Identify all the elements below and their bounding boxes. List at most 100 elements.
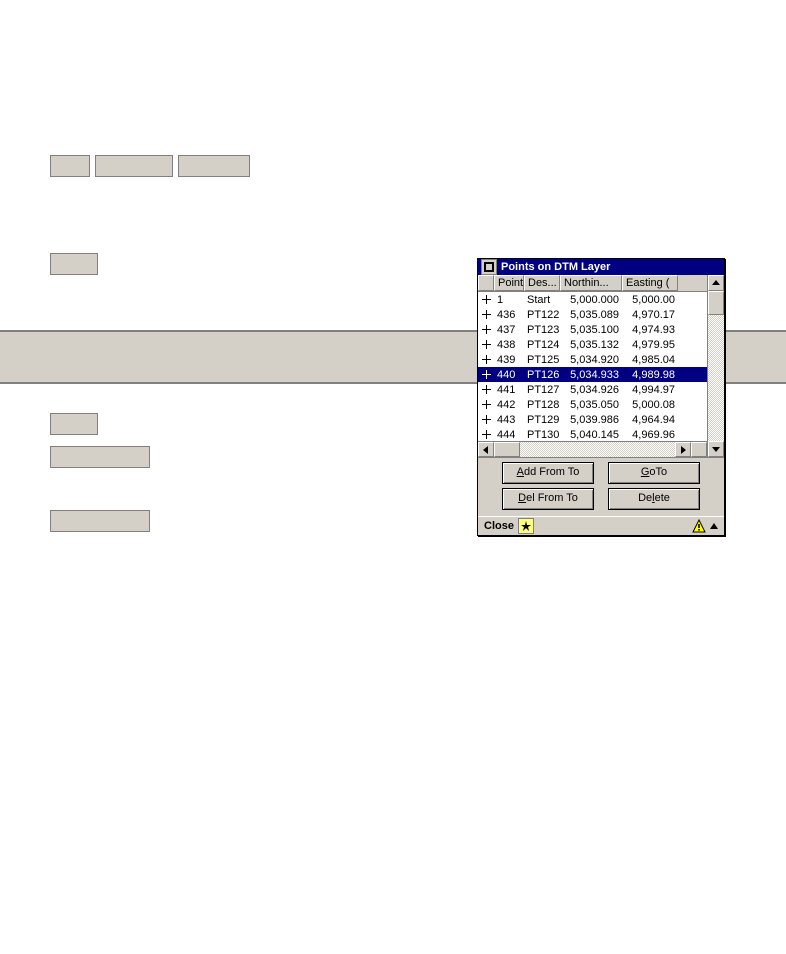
cell-easting: 4,974.93	[622, 324, 678, 336]
cell-northing: 5,035.132	[560, 339, 622, 351]
cell-point: 436	[494, 309, 524, 321]
del-from-to-button[interactable]: Del From To	[502, 488, 594, 510]
plus-icon	[478, 310, 494, 319]
cell-northing: 5,034.920	[560, 354, 622, 366]
col-header-northing[interactable]: Northin...	[560, 275, 622, 291]
plus-icon	[478, 430, 494, 439]
cell-point: 444	[494, 429, 524, 441]
cell-description: PT124	[524, 339, 560, 351]
close-label[interactable]: Close	[484, 520, 514, 532]
scroll-corner	[691, 442, 707, 456]
col-header-point[interactable]: Point	[494, 275, 524, 291]
table-row[interactable]: 438PT1245,035.1324,979.95	[478, 337, 707, 352]
table-row[interactable]: 440PT1265,034.9334,989.98	[478, 367, 707, 382]
grid-area: Point Des... Northin... Easting ( 1Start…	[478, 275, 724, 458]
bg-box-5	[50, 413, 98, 435]
cell-description: PT122	[524, 309, 560, 321]
cell-northing: 5,035.100	[560, 324, 622, 336]
cell-northing: 5,039.986	[560, 414, 622, 426]
table-row[interactable]: 442PT1285,035.0505,000.08	[478, 397, 707, 412]
bg-box-3	[178, 155, 250, 177]
add-from-to-button[interactable]: Add From To	[502, 462, 594, 484]
cell-point: 439	[494, 354, 524, 366]
collapse-up-icon[interactable]	[710, 522, 718, 530]
warning-icon[interactable]	[692, 519, 706, 533]
grid-body[interactable]: 1Start5,000.0005,000.00436PT1225,035.089…	[478, 292, 707, 441]
cell-description: Start	[524, 294, 560, 306]
scroll-left-button[interactable]	[478, 442, 494, 456]
titlebar[interactable]: Points on DTM Layer	[478, 259, 724, 275]
scroll-up-button[interactable]	[708, 275, 724, 291]
cell-easting: 4,970.17	[622, 309, 678, 321]
cell-point: 440	[494, 369, 524, 381]
goto-button[interactable]: GoTo	[608, 462, 700, 484]
col-header-description[interactable]: Des...	[524, 275, 560, 291]
points-on-dtm-layer-dialog: Points on DTM Layer Point Des... Northin…	[477, 258, 725, 536]
cell-point: 442	[494, 399, 524, 411]
col-header-easting[interactable]: Easting (	[622, 275, 678, 291]
button-row-1: Add From To GoTo	[478, 458, 724, 488]
cell-easting: 4,979.95	[622, 339, 678, 351]
plus-icon	[478, 295, 494, 304]
bg-box-7	[50, 510, 150, 532]
cell-point: 441	[494, 384, 524, 396]
cell-easting: 5,000.08	[622, 399, 678, 411]
cell-easting: 5,000.00	[622, 294, 678, 306]
plus-icon	[478, 415, 494, 424]
button-row-2: Del From To Delete	[478, 488, 724, 516]
cell-description: PT129	[524, 414, 560, 426]
scroll-right-button[interactable]	[675, 442, 691, 456]
cell-easting: 4,985.04	[622, 354, 678, 366]
cell-point: 437	[494, 324, 524, 336]
grid-main: Point Des... Northin... Easting ( 1Start…	[478, 275, 707, 457]
cell-easting: 4,969.96	[622, 429, 678, 441]
plus-icon	[478, 370, 494, 379]
cell-northing: 5,040.145	[560, 429, 622, 441]
table-row[interactable]: 441PT1275,034.9264,994.97	[478, 382, 707, 397]
plus-icon	[478, 325, 494, 334]
bg-box-2	[95, 155, 173, 177]
cell-description: PT127	[524, 384, 560, 396]
close-bar: Close	[478, 516, 724, 535]
cell-northing: 5,035.050	[560, 399, 622, 411]
hscroll-thumb[interactable]	[494, 442, 520, 456]
cell-northing: 5,034.933	[560, 369, 622, 381]
cell-description: PT125	[524, 354, 560, 366]
bg-box-4	[50, 253, 98, 275]
cell-description: PT128	[524, 399, 560, 411]
plus-icon	[478, 355, 494, 364]
dialog-title: Points on DTM Layer	[501, 261, 610, 273]
plus-icon	[478, 340, 494, 349]
scroll-down-button[interactable]	[708, 441, 724, 457]
plus-icon	[478, 400, 494, 409]
cell-easting: 4,994.97	[622, 384, 678, 396]
cell-northing: 5,000.000	[560, 294, 622, 306]
cell-point: 443	[494, 414, 524, 426]
plus-icon	[478, 385, 494, 394]
cell-point: 438	[494, 339, 524, 351]
bg-box-6	[50, 446, 150, 468]
vertical-scrollbar[interactable]	[707, 275, 724, 457]
cell-easting: 4,964.94	[622, 414, 678, 426]
table-row[interactable]: 444PT1305,040.1454,969.96	[478, 427, 707, 441]
table-row[interactable]: 1Start5,000.0005,000.00	[478, 292, 707, 307]
cell-description: PT130	[524, 429, 560, 441]
cell-easting: 4,989.98	[622, 369, 678, 381]
grid-header: Point Des... Northin... Easting (	[478, 275, 707, 292]
hscroll-track[interactable]	[494, 442, 675, 456]
cell-description: PT123	[524, 324, 560, 336]
vscroll-track[interactable]	[708, 291, 724, 441]
star-icon[interactable]	[518, 518, 534, 534]
cell-northing: 5,035.089	[560, 309, 622, 321]
table-row[interactable]: 437PT1235,035.1004,974.93	[478, 322, 707, 337]
col-header-icon[interactable]	[478, 275, 494, 291]
bg-box-1	[50, 155, 90, 177]
cell-description: PT126	[524, 369, 560, 381]
table-row[interactable]: 439PT1255,034.9204,985.04	[478, 352, 707, 367]
table-row[interactable]: 436PT1225,035.0894,970.17	[478, 307, 707, 322]
horizontal-scrollbar[interactable]	[478, 441, 707, 456]
table-row[interactable]: 443PT1295,039.9864,964.94	[478, 412, 707, 427]
cell-northing: 5,034.926	[560, 384, 622, 396]
delete-button[interactable]: Delete	[608, 488, 700, 510]
vscroll-thumb[interactable]	[708, 291, 724, 315]
